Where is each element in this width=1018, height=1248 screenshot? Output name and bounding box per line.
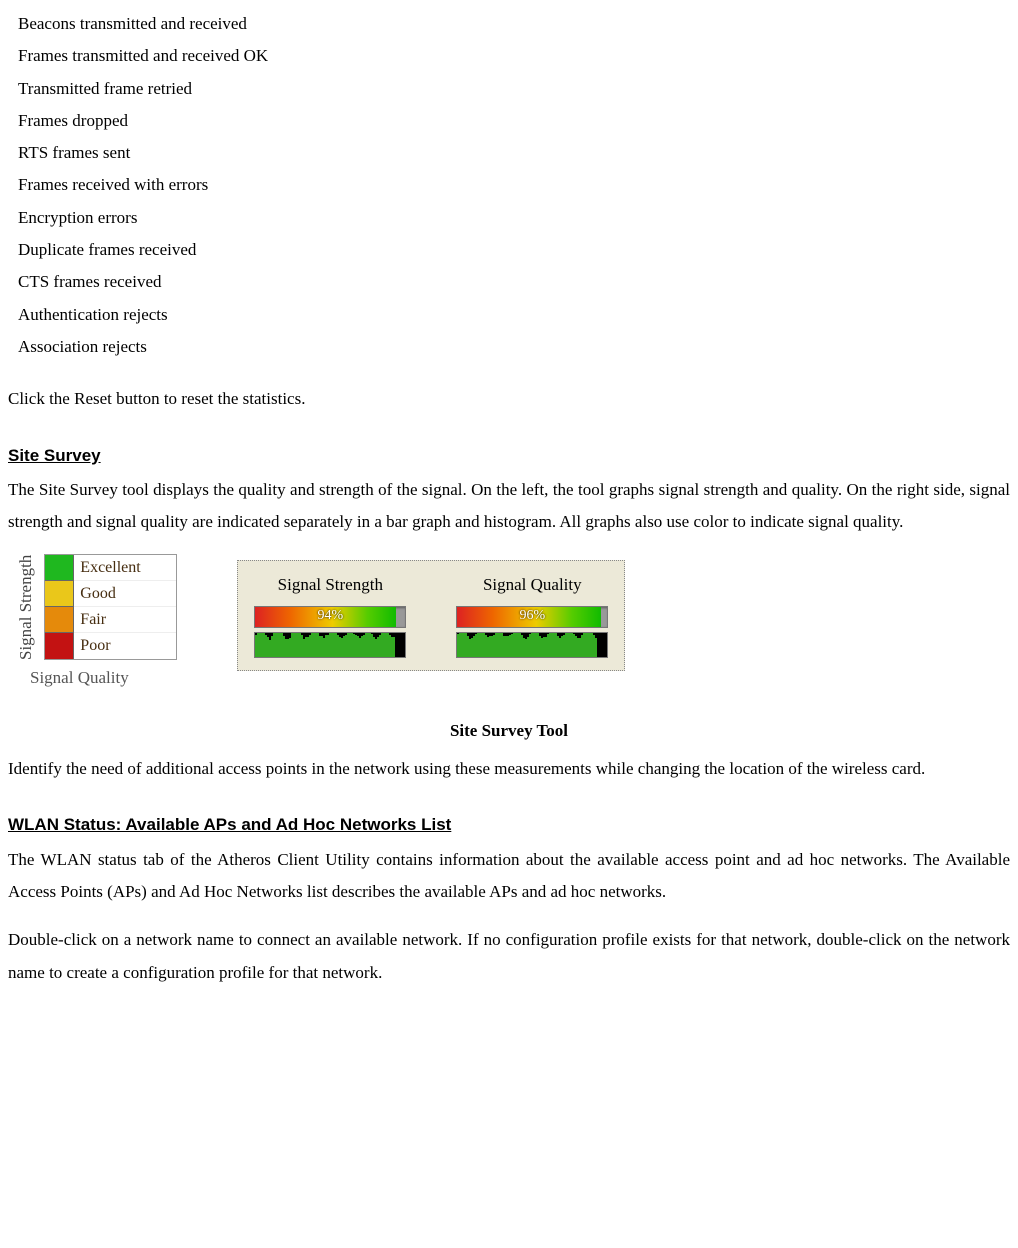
legend-row: Fair <box>45 607 176 633</box>
signal-strength-column: Signal Strength 94% <box>254 569 406 657</box>
legend-label: Excellent <box>74 555 176 581</box>
stat-item: Duplicate frames received <box>18 234 1010 266</box>
signal-panel: Signal Strength 94% Signal Quality 96% <box>237 560 625 670</box>
stat-item: Authentication rejects <box>18 299 1010 331</box>
legend-label: Fair <box>74 607 176 633</box>
site-survey-graphics: Signal Strength ExcellentGoodFairPoor Si… <box>8 554 1010 694</box>
stat-item: Frames received with errors <box>18 169 1010 201</box>
signal-legend-chart: Signal Strength ExcellentGoodFairPoor Si… <box>8 554 177 694</box>
stat-item: Frames dropped <box>18 105 1010 137</box>
signal-strength-bar: 94% <box>254 606 406 628</box>
legend-levels: ExcellentGoodFairPoor <box>44 554 177 660</box>
signal-strength-histogram <box>254 632 406 658</box>
wlan-status-p1: The WLAN status tab of the Atheros Clien… <box>8 844 1010 909</box>
legend-x-axis-label: Signal Quality <box>30 662 129 694</box>
legend-swatch <box>45 633 74 659</box>
wlan-status-heading: WLAN Status: Available APs and Ad Hoc Ne… <box>8 809 1010 841</box>
reset-instruction: Click the Reset button to reset the stat… <box>8 383 1010 415</box>
site-survey-tool-caption: Site Survey Tool <box>8 715 1010 747</box>
legend-swatch <box>45 555 74 581</box>
legend-swatch <box>45 581 74 607</box>
site-survey-after-caption: Identify the need of additional access p… <box>8 753 1010 785</box>
legend-label: Poor <box>74 633 176 659</box>
stat-item: Encryption errors <box>18 202 1010 234</box>
legend-row: Poor <box>45 633 176 659</box>
signal-quality-title: Signal Quality <box>456 569 608 601</box>
stat-item: RTS frames sent <box>18 137 1010 169</box>
stat-item: CTS frames received <box>18 266 1010 298</box>
wlan-status-p2: Double-click on a network name to connec… <box>8 924 1010 989</box>
signal-quality-column: Signal Quality 96% <box>456 569 608 657</box>
stat-item: Beacons transmitted and received <box>18 8 1010 40</box>
signal-quality-bar: 96% <box>456 606 608 628</box>
signal-quality-value: 96% <box>457 607 607 627</box>
stat-item: Association rejects <box>18 331 1010 363</box>
signal-strength-value: 94% <box>255 607 405 627</box>
stat-item: Frames transmitted and received OK <box>18 40 1010 72</box>
legend-row: Excellent <box>45 555 176 581</box>
statistics-list: Beacons transmitted and receivedFrames t… <box>18 8 1010 363</box>
site-survey-heading: Site Survey <box>8 440 1010 472</box>
site-survey-description: The Site Survey tool displays the qualit… <box>8 474 1010 539</box>
legend-y-axis-label: Signal Strength <box>8 554 44 660</box>
signal-quality-histogram <box>456 632 608 658</box>
legend-row: Good <box>45 581 176 607</box>
legend-swatch <box>45 607 74 633</box>
stat-item: Transmitted frame retried <box>18 73 1010 105</box>
legend-label: Good <box>74 581 176 607</box>
signal-strength-title: Signal Strength <box>254 569 406 601</box>
